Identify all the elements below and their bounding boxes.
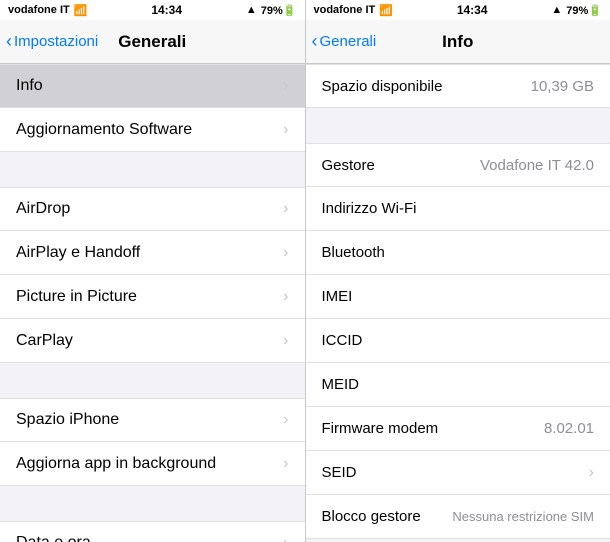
- info-row-imei: IMEI: [306, 275, 610, 319]
- item-label-airplay: AirPlay e Handoff: [16, 244, 140, 262]
- info-row-wifi: Indirizzo Wi-Fi: [306, 187, 610, 231]
- gps-icon-right: ▲: [551, 4, 562, 16]
- label-meid: MEID: [322, 376, 360, 393]
- item-label-pip: Picture in Picture: [16, 288, 137, 306]
- section-group-2: AirDrop › AirPlay e Handoff › Picture in…: [0, 187, 305, 363]
- list-item-spazio[interactable]: Spazio iPhone ›: [0, 398, 305, 442]
- label-imei: IMEI: [322, 288, 353, 305]
- section-group-4: Data e ora › Tastiera › Font ›: [0, 521, 305, 542]
- gps-icon-left: ▲: [246, 4, 257, 16]
- back-chevron-right: ‹: [312, 31, 318, 52]
- label-seid: SEID: [322, 464, 357, 481]
- label-bluetooth: Bluetooth: [322, 244, 385, 261]
- wifi-icon-right: 📶: [379, 4, 393, 17]
- item-label-aggiornamento: Aggiornamento Software: [16, 121, 192, 139]
- section-group-1: Info › Aggiornamento Software ›: [0, 64, 305, 152]
- status-left-right: vodafone IT 📶: [314, 4, 393, 17]
- chevron-aggiornamento: ›: [283, 121, 288, 139]
- info-row-iccid: ICCID: [306, 319, 610, 363]
- left-panel: vodafone IT 📶 14:34 ▲ 79%🔋 ‹ Impostazion…: [0, 0, 306, 542]
- info-row-gestore: Gestore Vodafone IT 42.0: [306, 143, 610, 187]
- info-row-blocco: Blocco gestore Nessuna restrizione SIM: [306, 495, 610, 539]
- info-row-firmware: Firmware modem 8.02.01: [306, 407, 610, 451]
- value-spazio-disp: 10,39 GB: [531, 78, 594, 95]
- item-label-aggiorna-app: Aggiorna app in background: [16, 455, 216, 473]
- list-item-aggiorna-app[interactable]: Aggiorna app in background ›: [0, 442, 305, 486]
- info-list: Spazio disponibile 10,39 GB Gestore Voda…: [306, 64, 610, 542]
- battery-left: 79%🔋: [261, 4, 297, 17]
- label-blocco: Blocco gestore: [322, 508, 421, 525]
- status-left: vodafone IT 📶: [8, 4, 87, 17]
- info-gap-1: [306, 108, 610, 143]
- label-iccid: ICCID: [322, 332, 363, 349]
- chevron-spazio: ›: [283, 411, 288, 429]
- item-label-data-ora: Data e ora: [16, 534, 91, 542]
- status-right-left: ▲ 79%🔋: [246, 4, 297, 17]
- status-right-right: ▲ 79%🔋: [551, 4, 602, 17]
- section-group-3: Spazio iPhone › Aggiorna app in backgrou…: [0, 398, 305, 486]
- carrier-left: vodafone IT: [8, 4, 70, 16]
- status-bar-left: vodafone IT 📶 14:34 ▲ 79%🔋: [0, 0, 305, 20]
- chevron-info: ›: [283, 77, 288, 95]
- info-row-spazio-disp: Spazio disponibile 10,39 GB: [306, 64, 610, 108]
- item-label-spazio: Spazio iPhone: [16, 411, 119, 429]
- list-item-carplay[interactable]: CarPlay ›: [0, 319, 305, 363]
- right-panel: vodafone IT 📶 14:34 ▲ 79%🔋 ‹ Generali In…: [306, 0, 610, 542]
- back-chevron-left: ‹: [6, 31, 12, 52]
- value-firmware: 8.02.01: [544, 420, 594, 437]
- wifi-icon-left: 📶: [74, 4, 88, 17]
- item-label-info: Info: [16, 77, 43, 95]
- list-item-data-ora[interactable]: Data e ora ›: [0, 521, 305, 542]
- section-gap-2: [0, 363, 305, 398]
- nav-bar-left: ‹ Impostazioni Generali: [0, 20, 305, 64]
- list-item-pip[interactable]: Picture in Picture ›: [0, 275, 305, 319]
- label-firmware: Firmware modem: [322, 420, 439, 437]
- chevron-carplay: ›: [283, 332, 288, 350]
- label-spazio-disp: Spazio disponibile: [322, 78, 443, 95]
- chevron-aggiorna-app: ›: [283, 455, 288, 473]
- info-row-bluetooth: Bluetooth: [306, 231, 610, 275]
- carrier-right: vodafone IT: [314, 4, 376, 16]
- chevron-airplay: ›: [283, 244, 288, 262]
- list-item-airdrop[interactable]: AirDrop ›: [0, 187, 305, 231]
- time-left: 14:34: [151, 3, 182, 17]
- info-section-1: Spazio disponibile 10,39 GB: [306, 64, 610, 108]
- nav-bar-right: ‹ Generali Info: [306, 20, 610, 64]
- back-label-right: Generali: [320, 33, 377, 50]
- info-section-2: Gestore Vodafone IT 42.0 Indirizzo Wi-Fi…: [306, 143, 610, 539]
- settings-list: Info › Aggiornamento Software › AirDrop …: [0, 64, 305, 542]
- battery-right: 79%🔋: [566, 4, 602, 17]
- list-item-aggiornamento[interactable]: Aggiornamento Software ›: [0, 108, 305, 152]
- back-button-left[interactable]: ‹ Impostazioni: [6, 32, 98, 52]
- back-label-left: Impostazioni: [14, 33, 98, 50]
- time-right: 14:34: [457, 3, 488, 17]
- nav-title-left: Generali: [118, 32, 186, 52]
- value-blocco: Nessuna restrizione SIM: [452, 509, 594, 524]
- chevron-pip: ›: [283, 288, 288, 306]
- chevron-seid: ›: [589, 464, 594, 482]
- list-item-info[interactable]: Info ›: [0, 64, 305, 108]
- section-gap-1: [0, 152, 305, 187]
- back-button-right[interactable]: ‹ Generali: [312, 32, 377, 52]
- info-row-seid[interactable]: SEID ›: [306, 451, 610, 495]
- status-bar-right: vodafone IT 📶 14:34 ▲ 79%🔋: [306, 0, 610, 20]
- label-gestore: Gestore: [322, 157, 375, 174]
- value-gestore: Vodafone IT 42.0: [480, 157, 594, 174]
- chevron-airdrop: ›: [283, 200, 288, 218]
- section-gap-3: [0, 486, 305, 521]
- list-item-airplay[interactable]: AirPlay e Handoff ›: [0, 231, 305, 275]
- info-row-meid: MEID: [306, 363, 610, 407]
- item-label-carplay: CarPlay: [16, 332, 73, 350]
- chevron-data-ora: ›: [283, 534, 288, 542]
- item-label-airdrop: AirDrop: [16, 200, 70, 218]
- label-wifi: Indirizzo Wi-Fi: [322, 200, 417, 217]
- nav-title-right: Info: [442, 32, 473, 52]
